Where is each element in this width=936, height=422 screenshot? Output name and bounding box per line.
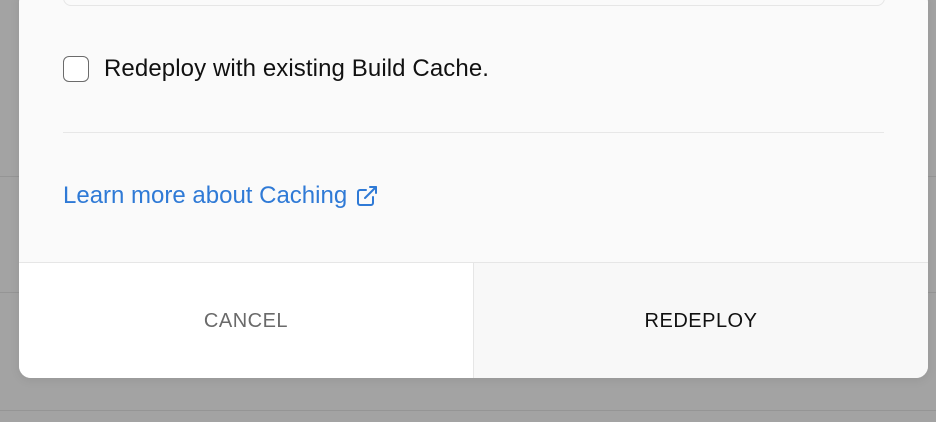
external-link-icon[interactable] (355, 184, 379, 208)
cancel-button[interactable]: CANCEL (19, 263, 474, 378)
redeploy-dialog: Redeploy with existing Build Cache. Lear… (19, 0, 928, 378)
build-cache-label[interactable]: Redeploy with existing Build Cache. (104, 55, 489, 83)
dialog-footer: CANCEL REDEPLOY (19, 262, 928, 378)
learn-more-link-text[interactable]: Learn more about Caching (63, 182, 347, 210)
section-divider (63, 132, 884, 133)
build-cache-checkbox[interactable] (63, 56, 89, 82)
background-divider (0, 410, 936, 411)
redeploy-button[interactable]: REDEPLOY (474, 263, 928, 378)
learn-more-caching-link[interactable]: Learn more about Caching (63, 182, 379, 210)
build-cache-option[interactable]: Redeploy with existing Build Cache. (63, 54, 489, 84)
dialog-input-field[interactable] (63, 0, 885, 6)
